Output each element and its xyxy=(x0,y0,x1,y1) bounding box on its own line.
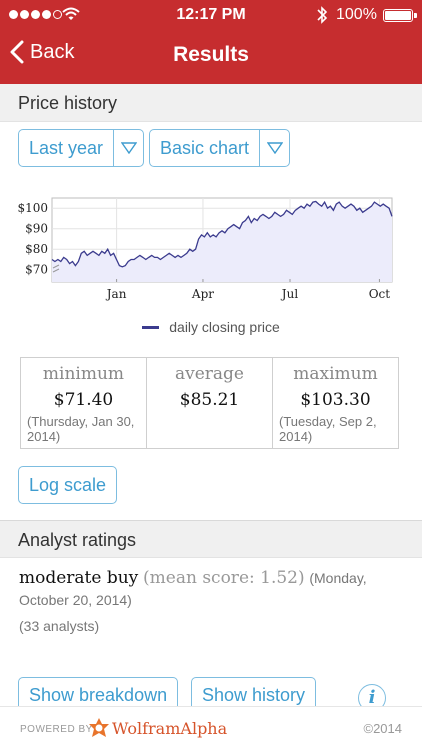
price-history-header: Price history xyxy=(0,84,422,122)
legend-label: daily closing price xyxy=(169,319,280,335)
battery-icon xyxy=(383,9,417,22)
battery-percent: 100% xyxy=(336,6,377,23)
analyst-rating: moderate buy (mean score: 1.52) (Monday,… xyxy=(19,567,409,611)
y-tick-label: $100 xyxy=(17,201,48,215)
range-dropdown[interactable]: Last year xyxy=(18,129,145,167)
analyst-ratings-header: Analyst ratings xyxy=(0,520,422,558)
stat-label: average xyxy=(174,364,244,384)
stat-note: (Tuesday, Sep 2, 2014) xyxy=(279,414,377,444)
y-tick-label: $80 xyxy=(25,242,48,256)
copyright: ©2014 xyxy=(363,721,403,736)
triangle-down-icon xyxy=(113,130,143,166)
stat-value: $71.40 xyxy=(53,390,114,410)
legend-swatch xyxy=(142,325,160,329)
triangle-down-icon xyxy=(259,130,289,166)
stat-label: minimum xyxy=(42,364,125,384)
footer: POWERED BY WolframAlpha ©2014 xyxy=(0,706,422,750)
price-chart-svg: $100 $90 $80 $70 Jan Apr Jul Oct xyxy=(17,197,393,301)
rating-mean-score: (mean score: 1.52) xyxy=(143,568,305,588)
wolframalpha-logo-icon xyxy=(89,718,109,737)
range-dropdown-label: Last year xyxy=(29,138,104,158)
stat-value: $85.21 xyxy=(179,390,240,410)
price-stats-table: minimum $71.40 (Thursday, Jan 30, 2014) … xyxy=(20,357,399,449)
x-tick-label: Jan xyxy=(105,287,127,301)
navigation-bar: Back Results xyxy=(0,30,422,84)
chart-type-dropdown[interactable]: Basic chart xyxy=(149,129,291,167)
chart-type-dropdown-label: Basic chart xyxy=(160,138,250,158)
rating-value: moderate buy xyxy=(19,568,139,588)
status-bar: 12:17 PM 100% xyxy=(0,0,422,30)
stat-minimum: minimum $71.40 (Thursday, Jan 30, 2014) xyxy=(21,358,146,448)
x-tick-label: Apr xyxy=(191,287,214,301)
analyst-count: (33 analysts) xyxy=(19,618,100,634)
price-chart: $100 $90 $80 $70 Jan Apr Jul Oct xyxy=(0,190,422,340)
chart-legend: daily closing price xyxy=(0,319,422,335)
stat-average: average $85.21 xyxy=(146,358,272,448)
log-scale-button[interactable]: Log scale xyxy=(18,466,118,504)
page-title: Results xyxy=(173,43,249,66)
y-tick-label: $70 xyxy=(25,263,48,277)
x-tick-label: Oct xyxy=(369,287,391,301)
brand-name: WolframAlpha xyxy=(112,719,228,738)
bluetooth-icon xyxy=(317,6,328,24)
stat-value: $103.30 xyxy=(300,390,371,410)
stat-maximum: maximum $103.30 (Tuesday, Sep 2, 2014) xyxy=(272,358,398,448)
stat-label: maximum xyxy=(293,364,378,384)
x-tick-label: Jul xyxy=(280,287,299,301)
stat-note: (Thursday, Jan 30, 2014) xyxy=(27,414,135,444)
powered-by-label: POWERED BY xyxy=(20,724,93,735)
y-tick-label: $90 xyxy=(25,222,48,236)
